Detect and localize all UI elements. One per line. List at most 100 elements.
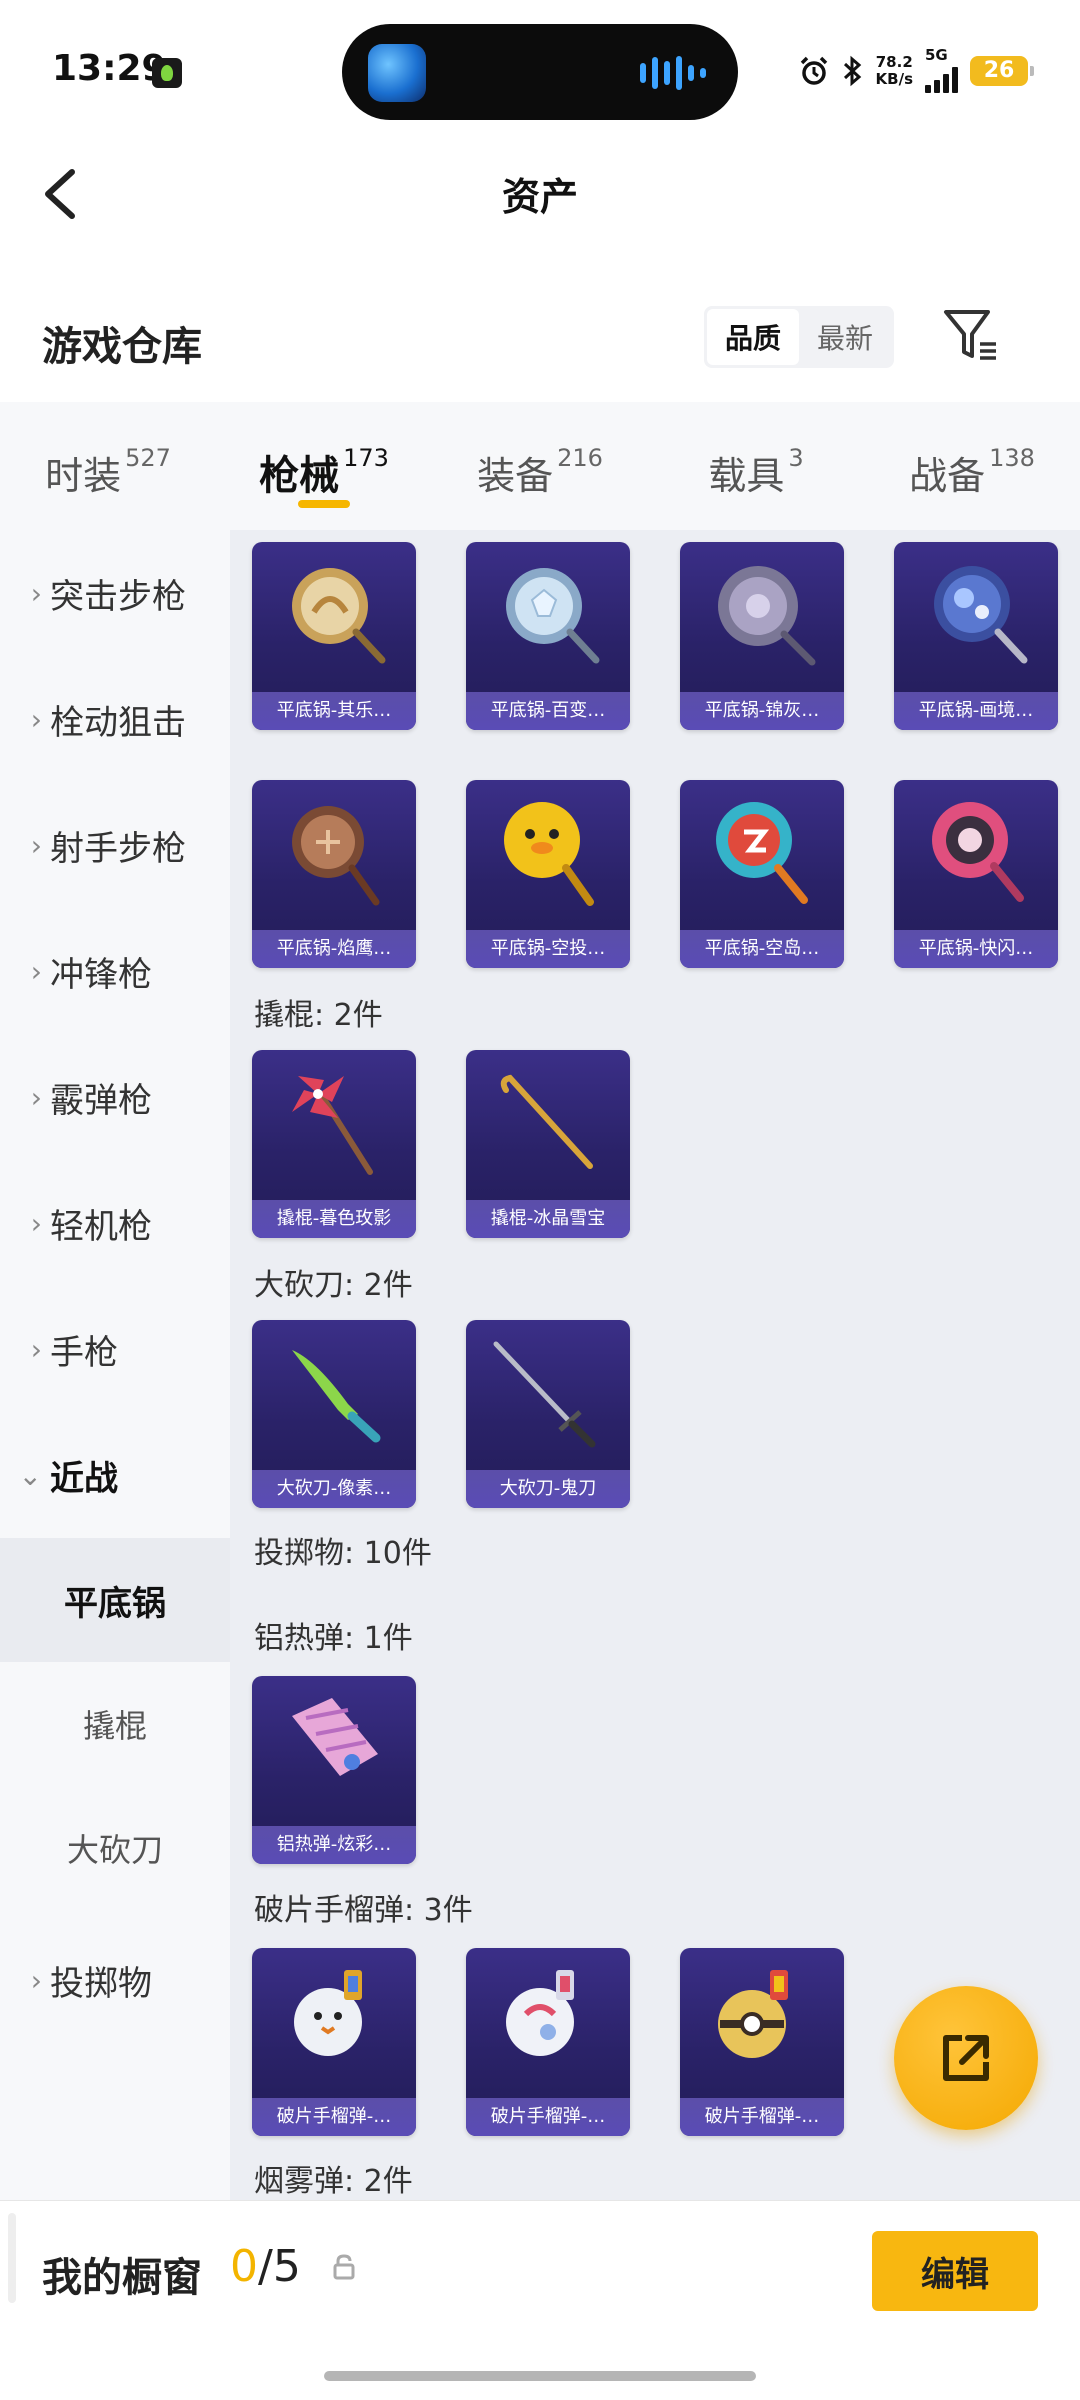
tab-label: 载具 xyxy=(708,453,785,498)
status-bar: 13:29 78.2 KB/s 5G 26 xyxy=(0,0,1080,140)
tab-count: 3 xyxy=(788,444,804,472)
tab-tactical[interactable]: 战备 138 xyxy=(864,402,1080,530)
share-button[interactable] xyxy=(894,1986,1038,2130)
item-card[interactable]: 破片手榴弹-… xyxy=(252,1948,416,2136)
sidebar-item-label: 近战 xyxy=(50,1458,118,1499)
page-title: 资产 xyxy=(501,175,578,219)
audio-wave-icon xyxy=(640,56,706,90)
item-name: 破片手榴弹-… xyxy=(680,2098,844,2136)
sidebar-item-melee[interactable]: ⌄ 近战 xyxy=(0,1425,230,1525)
sidebar-subitem-crowbar[interactable]: 撬棍 xyxy=(0,1662,230,1786)
showcase-count: 0/5 xyxy=(230,2241,301,2292)
item-name: 平底锅-空岛… xyxy=(680,930,844,968)
sidebar-item-lmg[interactable]: › 轻机枪 xyxy=(0,1173,230,1273)
pan-blue-art-icon xyxy=(934,566,1028,664)
now-playing-artwork xyxy=(368,44,426,102)
sidebar-item-bolt-sniper[interactable]: › 栓动狙击 xyxy=(0,669,230,769)
item-card[interactable]: 平底锅-锦灰… xyxy=(680,542,844,730)
tab-firearms[interactable]: 枪械 173 xyxy=(216,402,432,530)
app-bar: 资产 xyxy=(0,140,1080,270)
item-name: 大砍刀-像素… xyxy=(252,1470,416,1508)
pan-gold-icon xyxy=(292,568,386,664)
sidebar-item-throwables[interactable]: › 投掷物 xyxy=(0,1930,230,2030)
sidebar-item-marksman-rifle[interactable]: › 射手步枪 xyxy=(0,795,230,895)
showcase-total: /5 xyxy=(258,2241,301,2292)
sidebar-item-label: 射手步枪 xyxy=(50,828,186,869)
chevron-right-icon: › xyxy=(30,828,42,862)
filter-icon[interactable] xyxy=(936,300,1006,370)
tab-equipment[interactable]: 装备 216 xyxy=(432,402,648,530)
item-card[interactable]: 平底锅-空岛… xyxy=(680,780,844,968)
pan-pink-icon xyxy=(932,802,1024,902)
sort-by-newest[interactable]: 最新 xyxy=(799,309,891,365)
item-card[interactable]: 平底锅-百变… xyxy=(466,542,630,730)
group-label-crowbar: 撬棍: 2件 xyxy=(254,998,383,1033)
sidebar-item-shotgun[interactable]: › 霰弹枪 xyxy=(0,1047,230,1147)
battery-icon: 26 xyxy=(970,55,1034,86)
item-card[interactable]: 破片手榴弹-… xyxy=(466,1948,630,2136)
item-name: 平底锅-其乐… xyxy=(252,692,416,730)
item-card[interactable]: 破片手榴弹-… xyxy=(680,1948,844,2136)
network-type: 5G xyxy=(925,46,948,64)
item-name: 平底锅-空投… xyxy=(466,930,630,968)
dynamic-island[interactable] xyxy=(342,24,738,120)
network-speed-value: 78.2 xyxy=(875,52,913,71)
sidebar-item-pistol[interactable]: › 手枪 xyxy=(0,1299,230,1399)
tab-count: 138 xyxy=(989,444,1035,472)
tab-count: 173 xyxy=(343,444,389,472)
share-external-icon xyxy=(943,2035,989,2081)
edit-button[interactable]: 编辑 xyxy=(872,2231,1038,2311)
chevron-down-icon: ⌄ xyxy=(18,1458,42,1492)
sidebar-item-assault-rifle[interactable]: › 突击步枪 xyxy=(0,543,230,643)
status-time: 13:29 xyxy=(52,48,167,89)
signal-icon xyxy=(925,63,958,93)
sidebar-item-smg[interactable]: › 冲锋枪 xyxy=(0,921,230,1021)
bluetooth-icon xyxy=(843,55,861,86)
sidebar-subitem-machete[interactable]: 大砍刀 xyxy=(0,1786,230,1910)
tab-count: 527 xyxy=(125,444,171,472)
sidebar-item-label: 突击步枪 xyxy=(50,576,186,617)
showcase-bar: 我的橱窗 0/5 编辑 xyxy=(0,2200,1080,2400)
section-title: 游戏仓库 xyxy=(42,324,202,370)
item-card[interactable]: 撬棍-暮色玫影 xyxy=(252,1050,416,1238)
sidebar-item-label: 投掷物 xyxy=(50,1963,152,2004)
item-name: 撬棍-暮色玫影 xyxy=(252,1200,416,1238)
item-grid: 平底锅-其乐… 平底锅-百变… 平底锅-锦灰… 平底锅-画境… 平底锅-焰鹰… … xyxy=(230,530,1080,2200)
item-card[interactable]: 平底锅-画境… xyxy=(894,542,1058,730)
chevron-right-icon: › xyxy=(30,1963,42,1997)
grenade-snowman-icon xyxy=(294,1970,362,2056)
sort-by-quality[interactable]: 品质 xyxy=(707,309,799,365)
drag-handle[interactable] xyxy=(8,2213,16,2303)
crowbar-pinwheel-icon xyxy=(292,1076,373,1175)
item-name: 大砍刀-鬼刀 xyxy=(466,1470,630,1508)
item-card[interactable]: 平底锅-快闪… xyxy=(894,780,1058,968)
item-card[interactable]: 平底锅-空投… xyxy=(466,780,630,968)
item-card[interactable]: 铝热弹-炫彩… xyxy=(252,1676,416,1864)
item-card[interactable]: 大砍刀-鬼刀 xyxy=(466,1320,630,1508)
network-speed: 78.2 KB/s xyxy=(875,52,913,88)
tab-vehicles[interactable]: 载具 3 xyxy=(648,402,864,530)
chevron-right-icon: › xyxy=(30,1080,42,1114)
lock-icon xyxy=(333,2254,355,2280)
weapon-type-sidebar: › 突击步枪 › 栓动狙击 › 射手步枪 › 冲锋枪 › 霰弹枪 › 轻机枪 ›… xyxy=(0,530,230,2200)
item-card[interactable]: 大砍刀-像素… xyxy=(252,1320,416,1508)
item-name: 破片手榴弹-… xyxy=(252,2098,416,2136)
sidebar-subitem-pan[interactable]: 平底锅 xyxy=(0,1538,230,1662)
sidebar-item-label: 冲锋枪 xyxy=(50,954,152,995)
sidebar-item-label: 栓动狙击 xyxy=(50,702,186,743)
item-name: 平底锅-锦灰… xyxy=(680,692,844,730)
group-label-thermite: 铝热弹: 1件 xyxy=(254,1621,413,1656)
group-label-machete: 大砍刀: 2件 xyxy=(254,1268,413,1303)
tab-label: 枪械 xyxy=(259,453,340,499)
item-card[interactable]: 平底锅-其乐… xyxy=(252,542,416,730)
group-label-smoke: 烟雾弹: 2件 xyxy=(254,2164,413,2199)
tab-count: 216 xyxy=(557,444,603,472)
sort-toggle: 品质 最新 xyxy=(704,306,894,368)
home-indicator[interactable] xyxy=(324,2371,756,2381)
chevron-right-icon: › xyxy=(30,1206,42,1240)
item-card[interactable]: 撬棍-冰晶雪宝 xyxy=(466,1050,630,1238)
item-name: 破片手榴弹-… xyxy=(466,2098,630,2136)
tab-fashion[interactable]: 时装 527 xyxy=(0,402,216,530)
sidebar-item-label: 霰弹枪 xyxy=(50,1080,152,1121)
item-card[interactable]: 平底锅-焰鹰… xyxy=(252,780,416,968)
